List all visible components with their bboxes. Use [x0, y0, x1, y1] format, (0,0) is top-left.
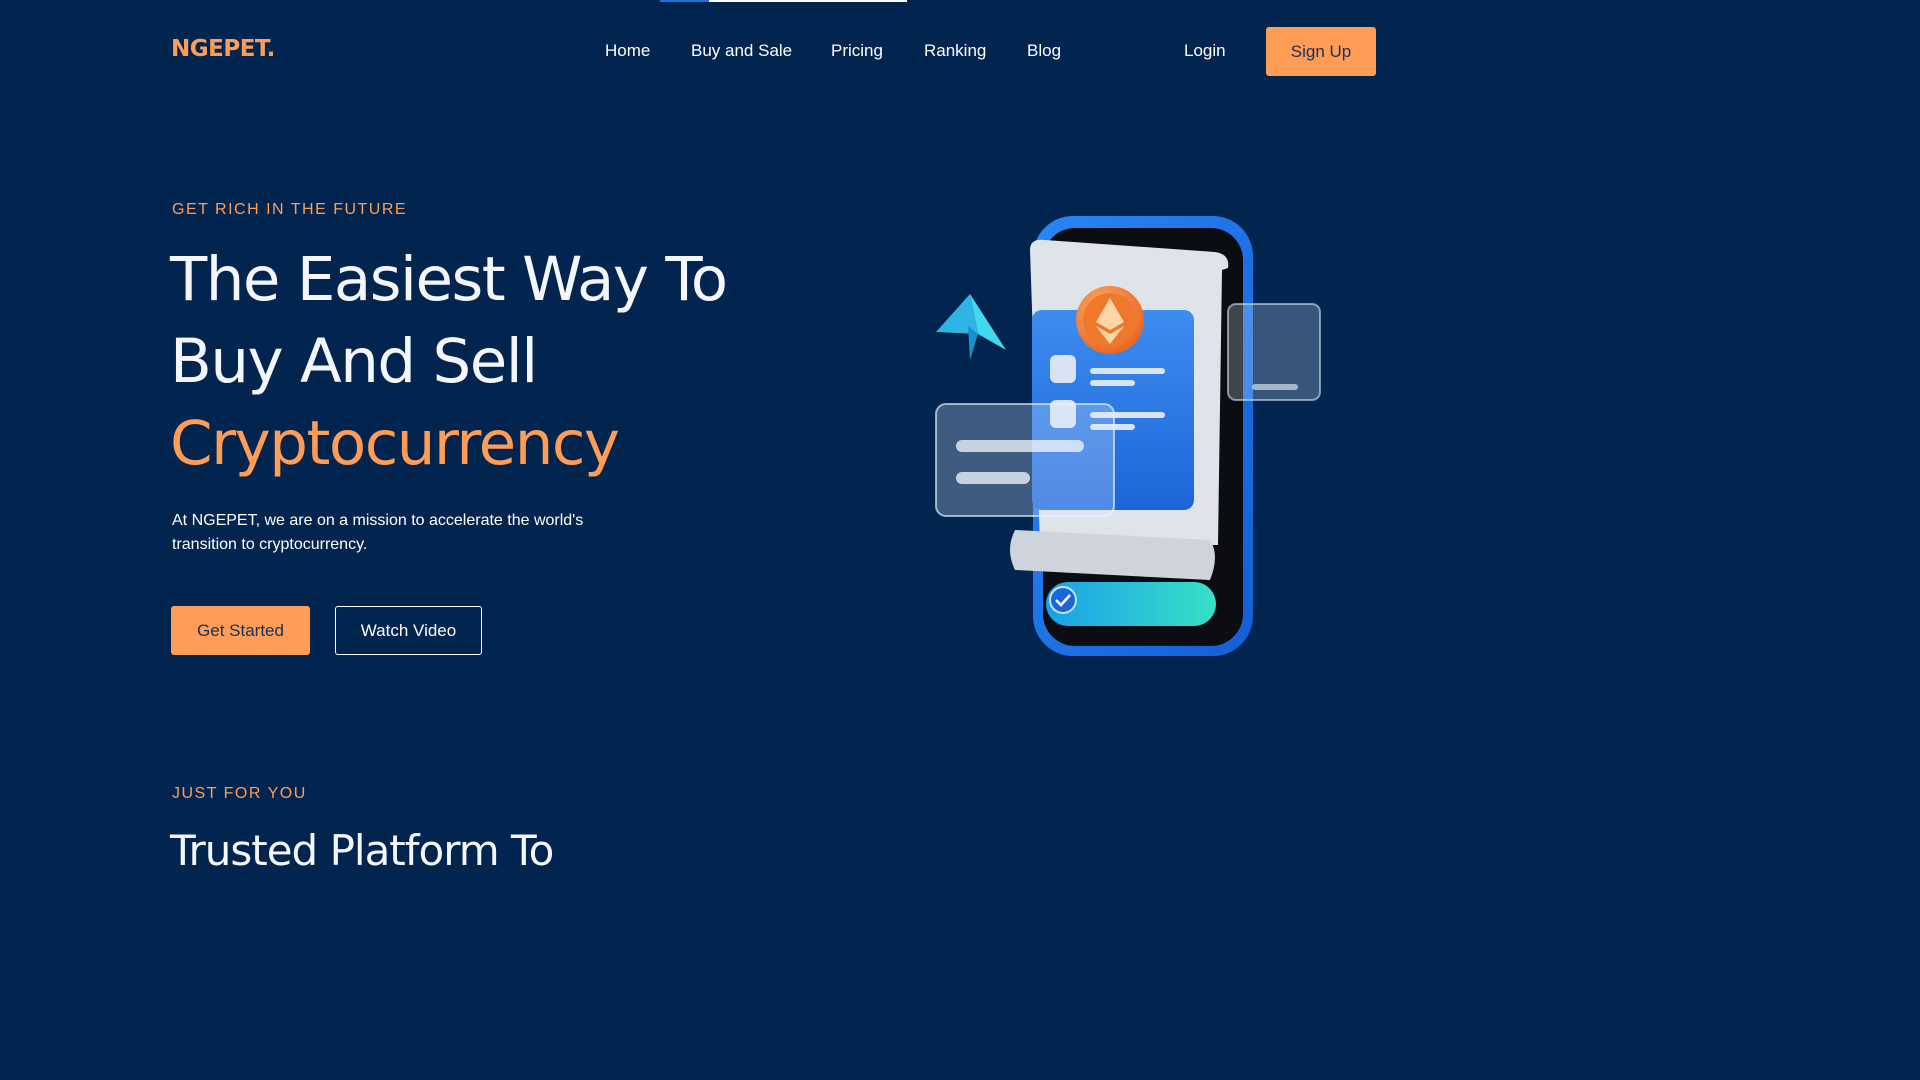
- signup-button[interactable]: Sign Up: [1266, 27, 1376, 76]
- section2-eyebrow: JUST FOR YOU: [172, 785, 307, 802]
- brand-logo[interactable]: NGEPET.: [171, 36, 275, 62]
- nav-ranking[interactable]: Ranking: [924, 41, 986, 61]
- nav-home[interactable]: Home: [605, 41, 650, 61]
- get-started-button[interactable]: Get Started: [171, 606, 310, 655]
- nav-blog[interactable]: Blog: [1027, 41, 1061, 61]
- nav-pricing[interactable]: Pricing: [831, 41, 883, 61]
- section2-title: Trusted Platform To: [170, 826, 554, 875]
- phone-illustration: [935, 216, 1321, 656]
- hero-description: At NGEPET, we are on a mission to accele…: [172, 512, 584, 553]
- ethereum-coin-icon: [1076, 286, 1144, 354]
- login-link[interactable]: Login: [1184, 41, 1226, 61]
- check-icon: [1049, 586, 1077, 614]
- page-progress-fill: [660, 0, 710, 2]
- hero-eyebrow: GET RICH IN THE FUTURE: [172, 201, 408, 218]
- paper-plane-icon: [936, 294, 1006, 360]
- page-progress-bar: [660, 0, 907, 2]
- hero-title-line2: Buy And Sell: [170, 326, 538, 397]
- watch-video-button[interactable]: Watch Video: [335, 606, 482, 655]
- hero-title-line1: The Easiest Way To: [170, 244, 728, 315]
- nav-buy-and-sale[interactable]: Buy and Sale: [691, 41, 792, 61]
- hero-title-accent: Cryptocurrency: [170, 408, 620, 479]
